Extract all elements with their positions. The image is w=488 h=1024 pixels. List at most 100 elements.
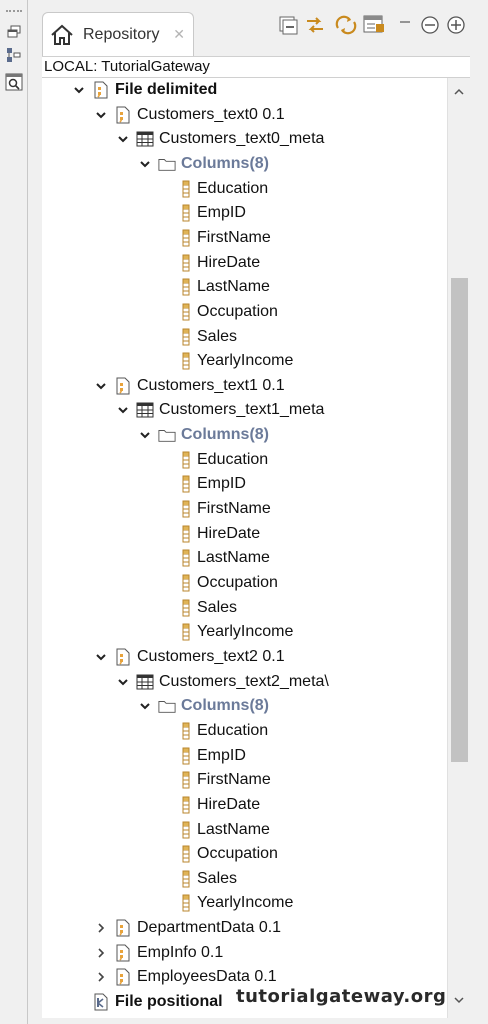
tree-node-label: LastName <box>197 549 270 567</box>
tab-repository[interactable]: Repository ✕ <box>42 12 194 56</box>
tree-node[interactable]: Customers_text0 0.1 <box>94 103 285 127</box>
tree-node-label: Sales <box>197 598 238 616</box>
tree-column-item[interactable]: LastName <box>180 818 270 842</box>
chevron-right-icon[interactable] <box>94 970 108 984</box>
tree-column-item[interactable]: FirstName <box>180 497 271 521</box>
chevron-down-icon[interactable] <box>116 403 130 417</box>
column-icon <box>180 622 192 642</box>
tree-node[interactable]: Customers_text1_meta <box>116 398 324 422</box>
tree-node-label: Columns(8) <box>181 154 269 172</box>
column-icon <box>180 746 192 766</box>
tree-node[interactable]: Columns(8) <box>138 694 269 718</box>
tree-node-label: Customers_text0_meta <box>159 130 325 148</box>
tree-node-label: LastName <box>197 820 270 838</box>
folder-icon <box>158 696 176 716</box>
tree-node-label: Columns(8) <box>181 426 269 444</box>
tree-column-item[interactable]: LastName <box>180 275 270 299</box>
outline-view-icon[interactable] <box>4 46 24 66</box>
minimize-icon[interactable] <box>420 14 440 36</box>
table-icon <box>136 129 154 149</box>
chevron-down-icon[interactable] <box>72 83 86 97</box>
tree-column-item[interactable]: Sales <box>180 325 237 349</box>
column-icon <box>180 277 192 297</box>
close-icon[interactable]: ✕ <box>173 26 185 43</box>
tree-node[interactable]: File positional <box>72 990 223 1014</box>
file-delimited-icon <box>114 647 132 667</box>
tree-node-label: FirstName <box>197 500 271 518</box>
tree-node[interactable]: EmpInfo 0.1 <box>94 941 223 965</box>
search-view-icon[interactable] <box>4 72 24 92</box>
chevron-down-icon[interactable] <box>138 428 152 442</box>
folder-icon <box>158 425 176 445</box>
tree-column-item[interactable]: Education <box>180 177 268 201</box>
tree-column-item[interactable]: HireDate <box>180 251 260 275</box>
tree-column-item[interactable]: EmpID <box>180 744 246 768</box>
chevron-down-icon[interactable] <box>94 650 108 664</box>
tree-node-label: Customers_text0 0.1 <box>137 105 285 123</box>
tree-node[interactable]: Customers_text2_meta\ <box>116 670 329 694</box>
restore-view-icon[interactable] <box>4 22 24 42</box>
refresh-icon[interactable] <box>334 14 358 36</box>
view-tab-bar: Repository ✕ <box>42 0 488 56</box>
tree-column-item[interactable]: FirstName <box>180 226 271 250</box>
tree-column-item[interactable]: Occupation <box>180 300 278 324</box>
tree-node-label: EmployeesData 0.1 <box>137 968 277 986</box>
chevron-down-icon[interactable] <box>94 108 108 122</box>
column-icon <box>180 524 192 544</box>
tree-node[interactable]: Columns(8) <box>138 423 269 447</box>
tree-column-item[interactable]: HireDate <box>180 522 260 546</box>
filter-icon[interactable] <box>362 14 386 36</box>
tree-node-label: Columns(8) <box>181 697 269 715</box>
table-icon <box>136 400 154 420</box>
tree-column-item[interactable]: Occupation <box>180 571 278 595</box>
tree-node-label: HireDate <box>197 795 261 813</box>
tree-column-item[interactable]: Sales <box>180 596 237 620</box>
tree-node[interactable]: File delimited <box>72 78 217 102</box>
tree-node[interactable]: Customers_text1 0.1 <box>94 374 285 398</box>
tree-column-item[interactable]: Education <box>180 448 268 472</box>
scroll-down-icon[interactable] <box>453 992 465 1010</box>
column-icon <box>180 844 192 864</box>
tree-column-item[interactable]: LastName <box>180 546 270 570</box>
tree-node[interactable]: Customers_text0_meta <box>116 127 324 151</box>
left-mini-toolbar <box>0 0 28 1024</box>
tree-node-label: Customers_text2_meta\ <box>159 672 329 690</box>
chevron-right-icon[interactable] <box>94 946 108 960</box>
tree-node[interactable]: DepartmentData 0.1 <box>94 916 281 940</box>
tree-node-label: EmpID <box>197 746 246 764</box>
chevron-down-icon[interactable] <box>94 379 108 393</box>
tree-column-item[interactable]: YearlyIncome <box>180 620 293 644</box>
chevron-down-icon[interactable] <box>116 132 130 146</box>
chevron-down-icon[interactable] <box>138 157 152 171</box>
scroll-up-icon[interactable] <box>453 84 465 102</box>
tree-node-label: LastName <box>197 278 270 296</box>
tree-node[interactable]: Columns(8) <box>138 152 269 176</box>
column-icon <box>180 450 192 470</box>
view-menu-icon[interactable] <box>398 14 412 36</box>
tree-node-label: Occupation <box>197 302 278 320</box>
tree-node[interactable]: Customers_text2 0.1 <box>94 645 285 669</box>
collapse-all-icon[interactable] <box>278 14 298 36</box>
tree-column-item[interactable]: HireDate <box>180 793 260 817</box>
toolbar-grip[interactable] <box>6 10 22 13</box>
tree-node-label: Sales <box>197 869 238 887</box>
tree-column-item[interactable]: EmpID <box>180 201 246 225</box>
chevron-down-icon[interactable] <box>138 699 152 713</box>
tab-title: Repository <box>83 25 160 43</box>
tree-column-item[interactable]: Education <box>180 719 268 743</box>
vertical-scrollbar[interactable] <box>447 78 470 1018</box>
tree-column-item[interactable]: YearlyIncome <box>180 891 293 915</box>
tree-node-label: HireDate <box>197 253 261 271</box>
tree-column-item[interactable]: YearlyIncome <box>180 349 293 373</box>
link-with-editor-icon[interactable] <box>304 14 326 36</box>
bottom-margin <box>42 1018 488 1024</box>
maximize-icon[interactable] <box>446 14 466 36</box>
tree-column-item[interactable]: Sales <box>180 867 237 891</box>
scrollbar-thumb[interactable] <box>451 278 468 762</box>
tree-column-item[interactable]: Occupation <box>180 842 278 866</box>
chevron-down-icon[interactable] <box>116 675 130 689</box>
chevron-right-icon[interactable] <box>94 921 108 935</box>
tree-column-item[interactable]: EmpID <box>180 472 246 496</box>
tree-node-label: Occupation <box>197 574 278 591</box>
tree-column-item[interactable]: FirstName <box>180 768 271 792</box>
